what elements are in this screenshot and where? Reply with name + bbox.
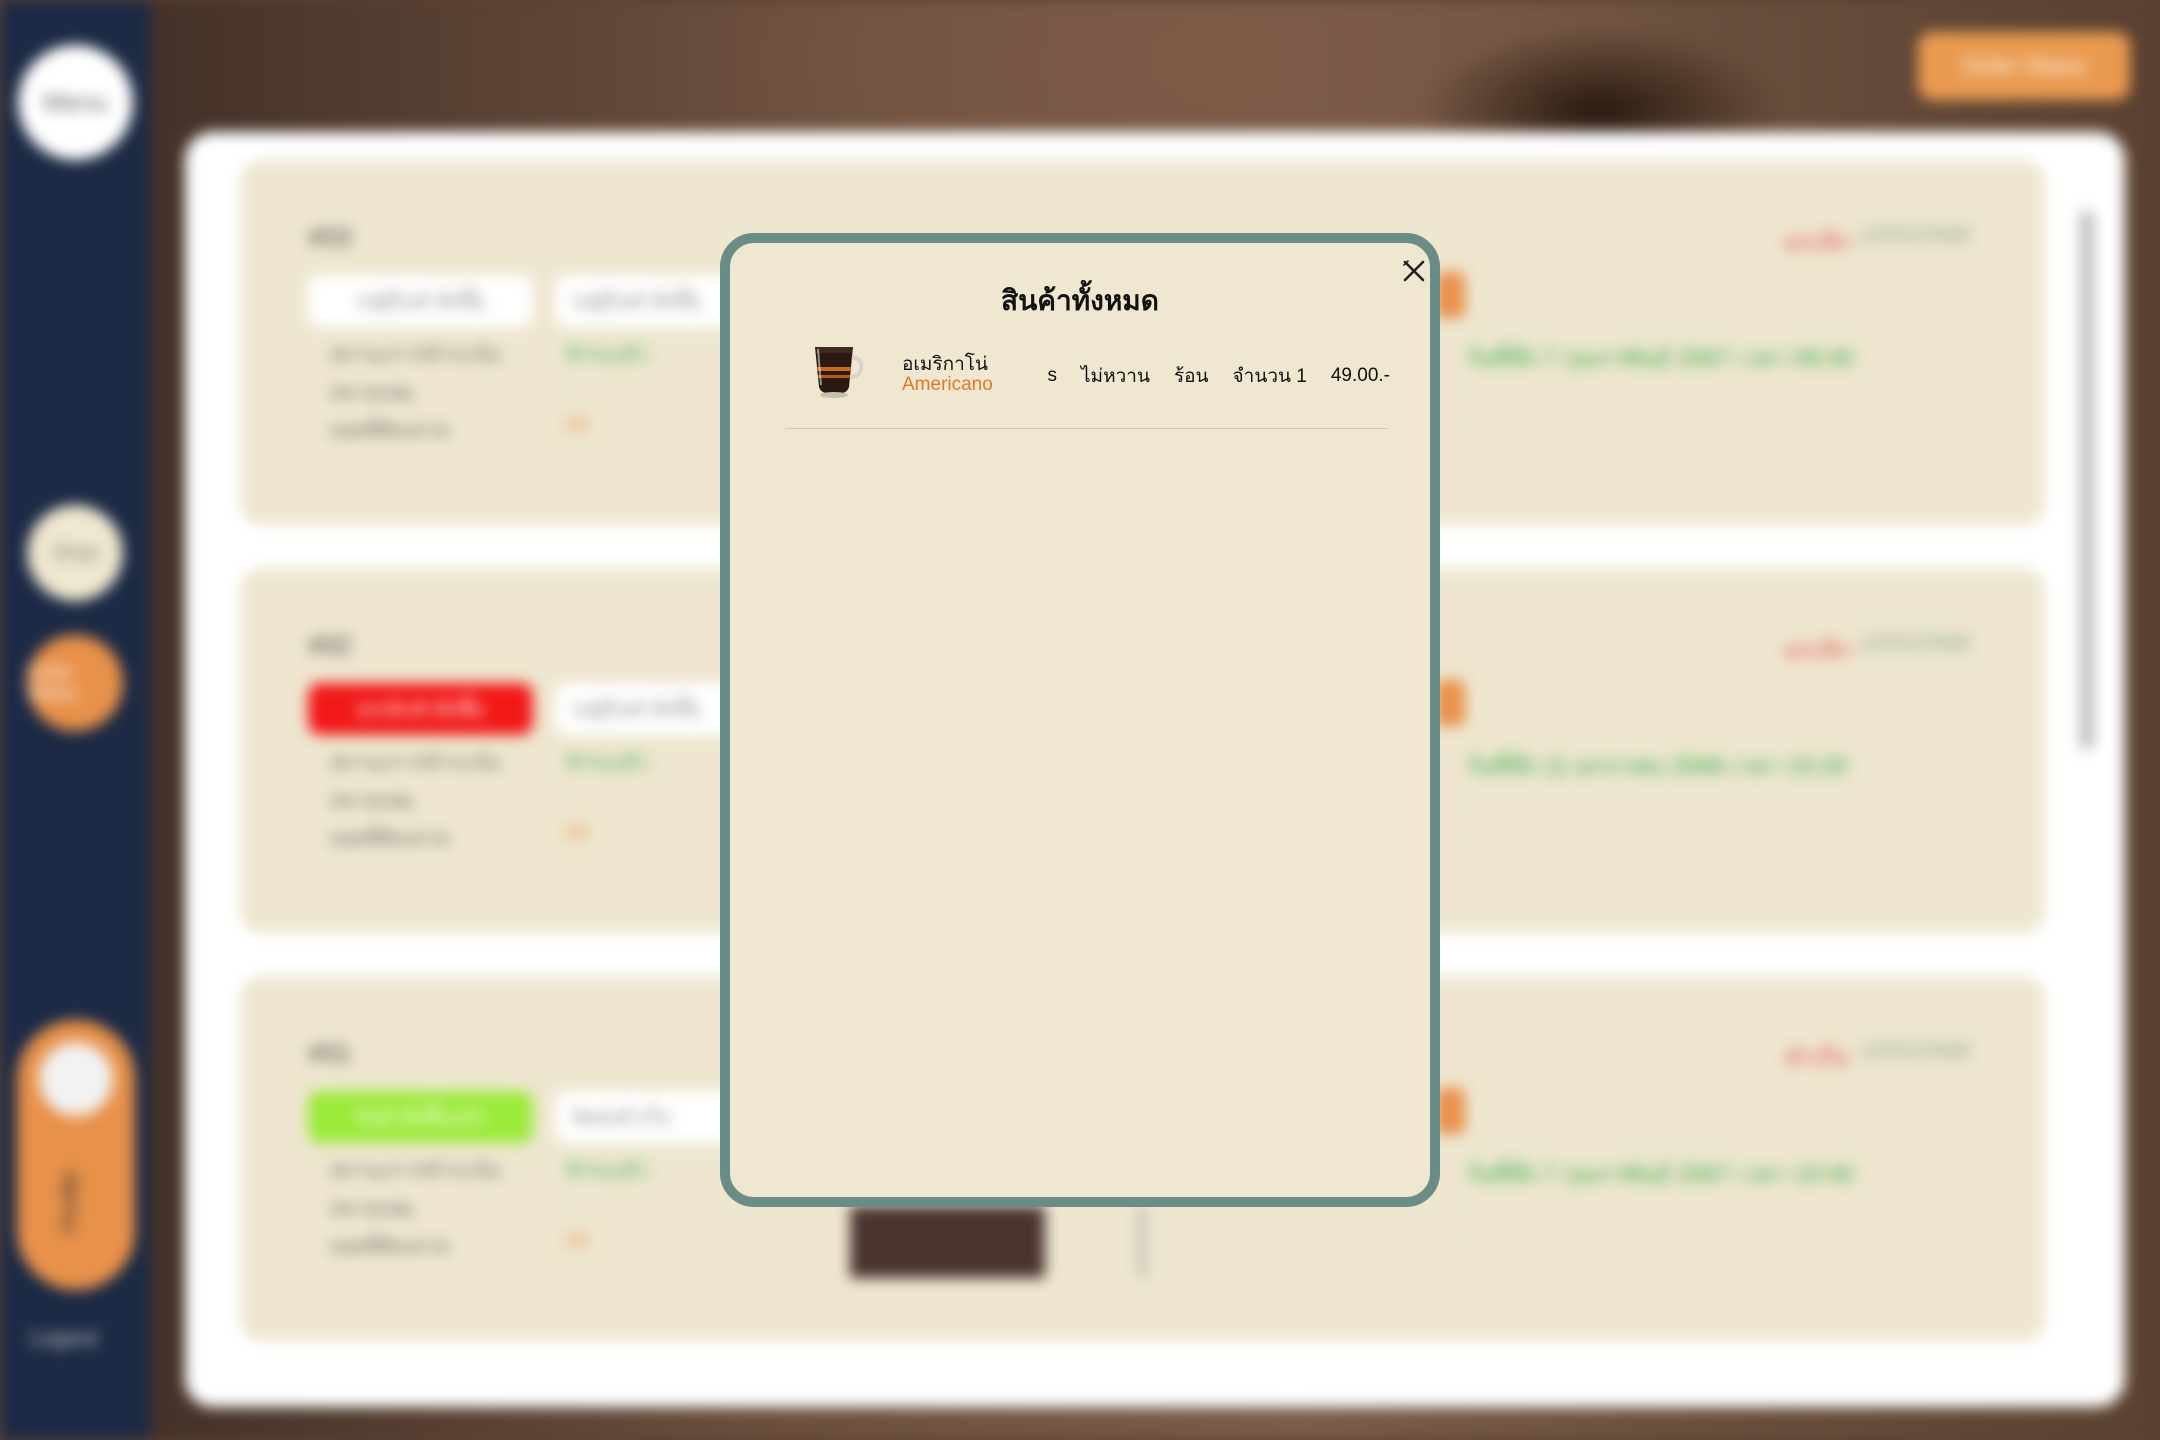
payment-value: ชำระแล้ว (565, 1160, 648, 1182)
order-right-status: สำเร็จ (1785, 1045, 1849, 1072)
product-row: อเมริกาโน่ Americano s ไม่หวาน ร้อน จำนว… (785, 339, 1390, 419)
order-id: #01 (308, 1038, 352, 1068)
modal-title: สินค้าทั้งหมด (1001, 285, 1159, 316)
order-right-status: ยกเลิก (1785, 637, 1852, 664)
menu-button[interactable]: Menu (18, 45, 133, 160)
total-value: 49 (565, 414, 588, 436)
profile-button[interactable]: Profile (17, 1020, 135, 1290)
order-time: วันที่สั่ง 11 มกราคม 2568 เวลา 15:20 (1465, 753, 1848, 780)
product-name-english: Americano (902, 374, 993, 395)
all-products-modal: สินค้าทั้งหมด อเมริกาโน่ Americano s ไม่… (720, 233, 1440, 1207)
sidebar-item-shop[interactable]: Shop (27, 505, 123, 601)
order-status-button[interactable]: Order Status (1918, 32, 2130, 100)
order-date: 22/02/2568 (1860, 630, 1971, 655)
order-status-pill: รอผู้รับคำสั่งซื้อ (308, 275, 533, 327)
total-value: 49 (565, 1230, 588, 1252)
note-value: - (565, 784, 572, 806)
note-label: หมายเหตุ (330, 382, 413, 404)
dash: - (1465, 1196, 1471, 1216)
dash: - (1465, 1231, 1471, 1251)
product-quantity: จำนวน 1 (1232, 366, 1307, 387)
product-temperature: ร้อน (1173, 366, 1209, 387)
order-id: #02 (308, 630, 352, 660)
product-price: 49.00.- (1330, 365, 1390, 386)
order-right-status: ยกเลิก (1785, 229, 1852, 256)
logout-link[interactable]: Logout (30, 1325, 97, 1351)
product-sweetness: ไม่หวาน (1081, 366, 1150, 387)
payment-label: สถานะการชำระเงิน (330, 1160, 501, 1182)
product-size: s (1047, 365, 1058, 386)
divider (785, 428, 1387, 429)
note-value: - (565, 376, 572, 398)
note-label: หมายเหตุ (330, 790, 413, 812)
close-icon[interactable] (1400, 257, 1428, 285)
scrollbar[interactable] (2080, 210, 2094, 750)
profile-label: Profile (57, 1170, 82, 1233)
coffee-cup-icon (809, 339, 865, 399)
avatar (39, 1042, 113, 1116)
payment-value: ชำระแล้ว (565, 344, 648, 366)
sidebar-item-order-status[interactable]: Order Status (27, 635, 123, 731)
order-status-pill: ยกเลิกคำสั่งซื้อ (308, 683, 533, 735)
payment-value: ชำระแล้ว (565, 752, 648, 774)
order-id: #03 (308, 222, 352, 252)
order-date: 22/02/2568 (1860, 1038, 1971, 1063)
slip-image (850, 1206, 1045, 1278)
dash: - (1465, 823, 1471, 843)
dash: - (1465, 415, 1471, 435)
order-status-pill: รับคำสั่งซื้อแล้ว (308, 1091, 533, 1143)
order-time: วันที่สั่ง 7 กุมภาพันธ์ 2567 เวลา 10:40 (1465, 1161, 1854, 1188)
dash: - (1465, 788, 1471, 808)
payment-label: สถานะการชำระเงิน (330, 344, 501, 366)
product-options: s ไม่หวาน ร้อน จำนวน 1 49.00.- (1048, 361, 1391, 391)
dash: - (1465, 380, 1471, 400)
total-label: ยอดที่ต้องจ่าย (330, 1236, 450, 1258)
note-value: - (565, 1192, 572, 1214)
total-label: ยอดที่ต้องจ่าย (330, 828, 450, 850)
total-value: 49 (565, 822, 588, 844)
divider (1140, 1206, 1144, 1278)
payment-label: สถานะการชำระเงิน (330, 752, 501, 774)
sidebar: Menu Shop Order Status Profile Logout (0, 0, 150, 1440)
total-label: ยอดที่ต้องจ่าย (330, 420, 450, 442)
order-date: 22/02/2568 (1860, 222, 1971, 247)
note-label: หมายเหตุ (330, 1198, 413, 1220)
order-time: วันที่สั่ง 7 กุมภาพันธ์ 2567 เวลา 09:30 (1465, 345, 1854, 372)
